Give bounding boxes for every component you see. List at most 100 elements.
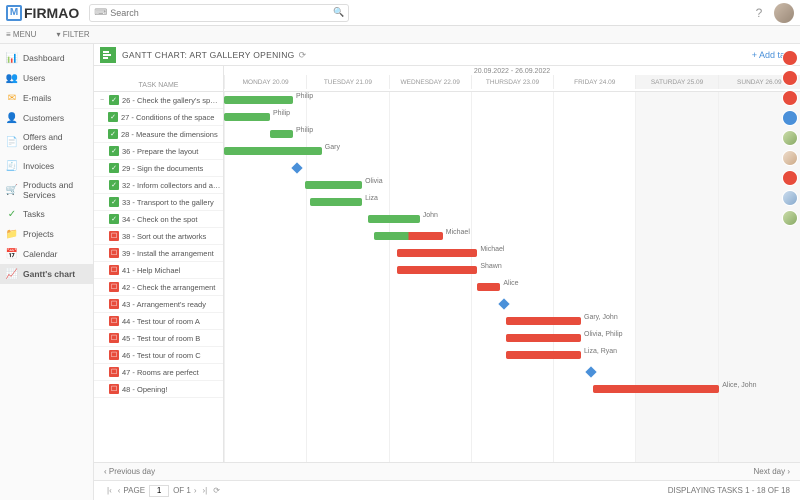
task-row[interactable]: ☐48 - Opening! <box>94 381 223 398</box>
gantt-bar[interactable] <box>374 232 443 240</box>
gantt-bar[interactable] <box>506 317 581 325</box>
sidebar-item-calendar[interactable]: 📅Calendar <box>0 244 93 264</box>
timeline[interactable]: PhilipPhilipPhilipGaryOliviaLizaJohnMich… <box>224 92 800 462</box>
filter-toggle[interactable]: ▾ FILTER <box>56 30 99 39</box>
gantt-bar[interactable] <box>224 96 293 104</box>
sidebar-item-invoices[interactable]: 🧾Invoices <box>0 156 93 176</box>
status-icon: ✓ <box>109 95 119 105</box>
task-label: 39 - Install the arrangement <box>122 249 221 258</box>
next-day-button[interactable]: Next day › <box>754 467 790 476</box>
offers-and-orders-icon: 📄 <box>6 136 18 148</box>
top-bar: M FIRMAO ⌨ 🔍 ? <box>0 0 800 26</box>
user-chip[interactable] <box>782 90 798 106</box>
sidebar-item-e-mails[interactable]: ✉E-mails <box>0 88 93 108</box>
menu-toggle[interactable]: ≡ MENU <box>6 30 46 39</box>
user-chip[interactable] <box>782 210 798 226</box>
page-input[interactable] <box>149 485 169 497</box>
user-chip[interactable] <box>782 170 798 186</box>
milestone-icon[interactable] <box>585 366 596 377</box>
sidebar-item-gantt-s-chart[interactable]: 📈Gantt's chart <box>0 264 93 284</box>
first-page-button[interactable]: |‹ <box>107 486 112 495</box>
task-row[interactable]: ☐46 - Test tour of room C <box>94 347 223 364</box>
task-label: 29 - Sign the documents <box>122 164 221 173</box>
task-row[interactable]: ☐43 - Arrangement's ready <box>94 296 223 313</box>
task-row[interactable]: ☐42 - Check the arrangement <box>94 279 223 296</box>
sidebar-item-projects[interactable]: 📁Projects <box>0 224 93 244</box>
task-row[interactable]: ✓28 - Measure the dimensions <box>94 126 223 143</box>
reload-icon[interactable]: ⟳ <box>213 486 220 495</box>
status-icon: ☐ <box>109 248 119 258</box>
gantt-icon <box>100 47 116 63</box>
task-label: 36 - Prepare the layout <box>122 147 221 156</box>
task-row[interactable]: ✓27 - Conditions of the space <box>94 109 223 126</box>
task-row[interactable]: ☐39 - Install the arrangement <box>94 245 223 262</box>
search-box[interactable]: ⌨ 🔍 <box>89 4 349 22</box>
sidebar-item-label: Invoices <box>23 161 54 171</box>
gantt-bar[interactable] <box>270 130 293 138</box>
task-row[interactable]: −✓26 - Check the gallery's space <box>94 92 223 109</box>
gantt-bar[interactable] <box>224 147 322 155</box>
user-chip[interactable] <box>782 130 798 146</box>
gantt-row: Philip <box>224 109 800 126</box>
milestone-icon[interactable] <box>291 162 302 173</box>
gantt-bar[interactable] <box>368 215 420 223</box>
gantt-chart: TASK NAME 20.09.2022 - 26.09.2022 MONDAY… <box>94 66 800 462</box>
last-page-button[interactable]: ›| <box>203 486 208 495</box>
gantt-s-chart-icon: 📈 <box>6 268 18 280</box>
gantt-bar[interactable] <box>506 351 581 359</box>
task-label: 46 - Test tour of room C <box>122 351 221 360</box>
gantt-bar[interactable] <box>593 385 720 393</box>
gantt-bar[interactable] <box>397 266 478 274</box>
gantt-bar[interactable] <box>397 249 478 257</box>
user-chip[interactable] <box>782 70 798 86</box>
user-chip[interactable] <box>782 110 798 126</box>
user-chip[interactable] <box>782 190 798 206</box>
gantt-bar[interactable] <box>477 283 500 291</box>
user-chip[interactable] <box>782 150 798 166</box>
sidebar-item-products-and-services[interactable]: 🛒Products and Services <box>0 176 93 204</box>
status-icon: ☐ <box>109 231 119 241</box>
sidebar-item-dashboard[interactable]: 📊Dashboard <box>0 48 93 68</box>
gantt-bar[interactable] <box>224 113 270 121</box>
task-row[interactable]: ✓34 - Check on the spot <box>94 211 223 228</box>
sidebar-item-customers[interactable]: 👤Customers <box>0 108 93 128</box>
task-row[interactable]: ☐38 - Sort out the artworks <box>94 228 223 245</box>
task-row[interactable]: ☐45 - Test tour of room B <box>94 330 223 347</box>
paginator: |‹ ‹ PAGE OF 1 › ›| ⟳ DISPLAYING TASKS 1… <box>94 480 800 500</box>
user-avatar[interactable] <box>774 3 794 23</box>
gantt-bar[interactable] <box>506 334 581 342</box>
task-row[interactable]: ✓33 - Transport to the gallery <box>94 194 223 211</box>
day-header: THURSDAY 23.09 <box>471 75 553 89</box>
sidebar-item-users[interactable]: 👥Users <box>0 68 93 88</box>
gantt-row: Philip <box>224 126 800 143</box>
next-page-button[interactable]: › <box>194 486 197 495</box>
brand-logo[interactable]: M FIRMAO <box>6 5 79 21</box>
collapse-icon[interactable]: − <box>98 97 106 104</box>
task-label: 27 - Conditions of the space <box>121 113 221 122</box>
user-chip[interactable] <box>782 50 798 66</box>
sidebar-item-tasks[interactable]: ✓Tasks <box>0 204 93 224</box>
tasks-icon: ✓ <box>6 208 18 220</box>
task-row[interactable]: ✓29 - Sign the documents <box>94 160 223 177</box>
day-header: FRIDAY 24.09 <box>553 75 635 89</box>
task-row[interactable]: ✓32 - Inform collectors and artists <box>94 177 223 194</box>
task-row[interactable]: ☐41 - Help Michael <box>94 262 223 279</box>
sidebar-item-label: E-mails <box>23 93 51 103</box>
task-row[interactable]: ☐44 - Test tour of room A <box>94 313 223 330</box>
task-row[interactable]: ✓36 - Prepare the layout <box>94 143 223 160</box>
page-label: PAGE <box>123 486 145 495</box>
prev-day-button[interactable]: ‹ Previous day <box>104 467 155 476</box>
status-icon: ☐ <box>109 350 119 360</box>
sidebar-item-offers-and-orders[interactable]: 📄Offers and orders <box>0 128 93 156</box>
prev-page-button[interactable]: ‹ <box>118 486 121 495</box>
milestone-icon[interactable] <box>499 298 510 309</box>
task-label: 26 - Check the gallery's space <box>122 96 221 105</box>
search-input[interactable] <box>110 8 333 18</box>
assignee-label: Michael <box>446 229 470 236</box>
gantt-bar[interactable] <box>310 198 362 206</box>
refresh-icon[interactable]: ⟳ <box>299 50 309 60</box>
gantt-bar[interactable] <box>305 181 363 189</box>
help-icon[interactable]: ? <box>750 4 768 22</box>
task-row[interactable]: ☐47 - Rooms are perfect <box>94 364 223 381</box>
search-icon[interactable]: 🔍 <box>333 7 344 18</box>
